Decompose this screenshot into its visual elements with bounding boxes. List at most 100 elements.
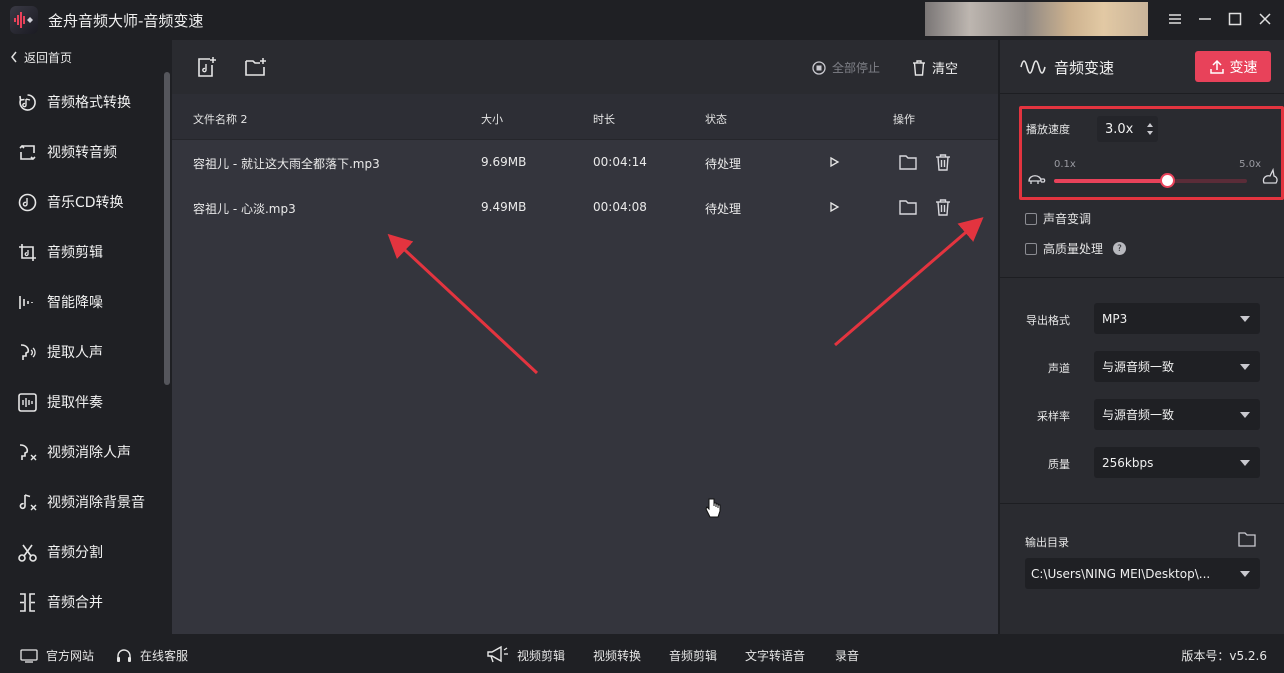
- header-actions: 操作: [893, 113, 915, 126]
- delete-icon[interactable]: [933, 197, 953, 217]
- table-row[interactable]: 容祖儿 - 就让这大雨全都落下.mp3 9.69MB 00:04:14 待处理: [172, 140, 998, 185]
- open-folder-icon[interactable]: [898, 197, 918, 217]
- clear-button[interactable]: 清空: [912, 58, 958, 77]
- settings-panel: 音频变速 变速 播放速度 3.0x 0.1x 5.0x 声音变调 高质量处理 ?…: [998, 40, 1284, 634]
- blurred-banner-image: [925, 2, 1148, 36]
- add-folder-icon[interactable]: [244, 56, 266, 78]
- header-duration: 时长: [593, 113, 615, 126]
- megaphone-icon: [487, 645, 508, 663]
- delete-icon[interactable]: [933, 152, 953, 172]
- pitch-checkbox[interactable]: 声音变调: [1025, 210, 1091, 227]
- output-path-select[interactable]: C:\Users\NING MEI\Desktop\...: [1025, 558, 1260, 589]
- channel-value: 与源音频一致: [1102, 360, 1175, 374]
- sidebar-item-audio-convert[interactable]: 音频格式转换: [0, 77, 172, 127]
- extract-accompaniment-icon: [18, 392, 37, 412]
- quality-label: 质量: [1048, 458, 1070, 471]
- sidebar-item-video-remove-bgm[interactable]: 视频消除背景音: [0, 477, 172, 527]
- monitor-icon: [20, 648, 38, 663]
- sidebar-item-noise-reduction[interactable]: 智能降噪: [0, 277, 172, 327]
- speed-slider-knob[interactable]: [1160, 173, 1175, 188]
- bottom-link-video-convert[interactable]: 视频转换: [593, 647, 641, 664]
- sidebar-item-audio-cut[interactable]: 音频剪辑: [0, 227, 172, 277]
- sidebar-item-extract-accompaniment[interactable]: 提取伴奏: [0, 377, 172, 427]
- menu-icon[interactable]: [1164, 8, 1186, 30]
- add-file-icon[interactable]: [195, 56, 217, 78]
- help-icon[interactable]: ?: [1113, 242, 1127, 255]
- headset-icon: [117, 648, 131, 662]
- bottom-link-audio-edit[interactable]: 音频剪辑: [669, 647, 717, 664]
- online-service-link[interactable]: 在线客服: [116, 647, 188, 664]
- scissors-icon: [18, 544, 37, 562]
- video-remove-voice-icon: [19, 443, 37, 460]
- bottom-link-video-edit[interactable]: 视频剪辑: [517, 647, 565, 664]
- high-quality-checkbox[interactable]: 高质量处理 ?: [1025, 240, 1127, 257]
- turtle-icon: [1028, 175, 1046, 184]
- quality-select[interactable]: 256kbps: [1094, 447, 1260, 478]
- high-quality-checkbox-box[interactable]: [1025, 242, 1037, 255]
- sidebar-scrollbar[interactable]: [164, 72, 170, 385]
- stop-all-button[interactable]: 全部停止: [812, 59, 880, 76]
- apply-speed-button[interactable]: 变速: [1195, 51, 1271, 82]
- spin-arrows-icon[interactable]: [1146, 120, 1154, 138]
- speed-highlight-box: 播放速度 3.0x 0.1x 5.0x: [1019, 106, 1284, 200]
- format-select[interactable]: MP3: [1094, 303, 1260, 334]
- stop-all-label: 全部停止: [832, 61, 881, 75]
- apply-speed-label: 变速: [1229, 59, 1258, 76]
- caret-down-icon: [1240, 364, 1250, 370]
- speed-slider-track[interactable]: [1054, 179, 1247, 183]
- sidebar: 返回首页 音频格式转换 视频转音频 音乐CD转换 音频剪辑 智能降噪 提取人声: [0, 40, 172, 634]
- sidebar-item-music-cd[interactable]: 音乐CD转换: [0, 177, 172, 227]
- bottom-link-text-to-speech[interactable]: 文字转语音: [745, 647, 805, 664]
- panel-header: 音频变速 变速: [1000, 40, 1284, 94]
- caret-down-icon: [1240, 316, 1250, 322]
- bottom-link-record[interactable]: 录音: [835, 647, 859, 664]
- app-logo: [10, 6, 38, 34]
- sidebar-item-video-remove-voice[interactable]: 视频消除人声: [0, 427, 172, 477]
- channel-select[interactable]: 与源音频一致: [1094, 351, 1260, 382]
- back-home-label: 返回首页: [24, 50, 73, 65]
- noise-reduction-icon: [19, 295, 33, 309]
- sidebar-item-extract-voice[interactable]: 提取人声: [0, 327, 172, 377]
- upload-icon: [1209, 59, 1224, 74]
- official-website-link[interactable]: 官方网站: [20, 647, 94, 664]
- clear-label: 清空: [932, 62, 959, 77]
- minimize-icon[interactable]: [1194, 8, 1216, 30]
- stop-circle-icon: [812, 60, 826, 75]
- maximize-icon[interactable]: [1224, 8, 1246, 30]
- pitch-label: 声音变调: [1043, 212, 1092, 226]
- caret-down-icon: [1240, 460, 1250, 466]
- caret-down-icon: [1240, 412, 1250, 418]
- samplerate-select[interactable]: 与源音频一致: [1094, 399, 1260, 430]
- sidebar-item-label: 提取伴奏: [47, 395, 103, 411]
- sidebar-item-label: 音乐CD转换: [47, 195, 124, 211]
- speed-spinbox[interactable]: 3.0x: [1097, 116, 1158, 142]
- open-folder-icon[interactable]: [898, 152, 918, 172]
- close-icon[interactable]: [1254, 8, 1276, 30]
- sidebar-item-audio-merge[interactable]: 音频合并: [0, 577, 172, 627]
- merge-icon: [20, 592, 35, 612]
- table-row[interactable]: 容祖儿 - 心淡.mp3 9.49MB 00:04:08 待处理: [172, 185, 998, 230]
- range-max-label: 5.0x: [1239, 159, 1261, 170]
- play-icon[interactable]: [824, 197, 844, 217]
- high-quality-label: 高质量处理: [1043, 242, 1104, 256]
- video-to-audio-icon: [19, 144, 36, 160]
- file-toolbar: 全部停止 清空: [172, 40, 998, 94]
- panel-divider: [1000, 277, 1284, 278]
- file-list: 文件名称 2 大小 时长 状态 操作 容祖儿 - 就让这大雨全都落下.mp3 9…: [172, 94, 998, 634]
- extract-voice-icon: [20, 343, 36, 360]
- sidebar-item-label: 智能降噪: [47, 295, 103, 311]
- sidebar-item-label: 视频消除背景音: [47, 495, 145, 511]
- sidebar-item-audio-split[interactable]: 音频分割: [0, 527, 172, 577]
- play-icon[interactable]: [824, 152, 844, 172]
- sidebar-item-label: 音频分割: [47, 545, 103, 561]
- sidebar-item-video-to-audio[interactable]: 视频转音频: [0, 127, 172, 177]
- pitch-checkbox-box[interactable]: [1025, 212, 1037, 225]
- back-home-link[interactable]: 返回首页: [10, 46, 72, 68]
- title-bar: 金舟音频大师-音频变速: [0, 0, 1284, 40]
- file-size: 9.49MB: [481, 200, 527, 214]
- speed-label: 播放速度: [1026, 123, 1070, 136]
- folder-icon[interactable]: [1238, 531, 1256, 547]
- rabbit-icon: [1262, 167, 1278, 184]
- sidebar-item-label: 视频消除人声: [47, 445, 131, 461]
- header-name[interactable]: 文件名称 2: [193, 111, 248, 127]
